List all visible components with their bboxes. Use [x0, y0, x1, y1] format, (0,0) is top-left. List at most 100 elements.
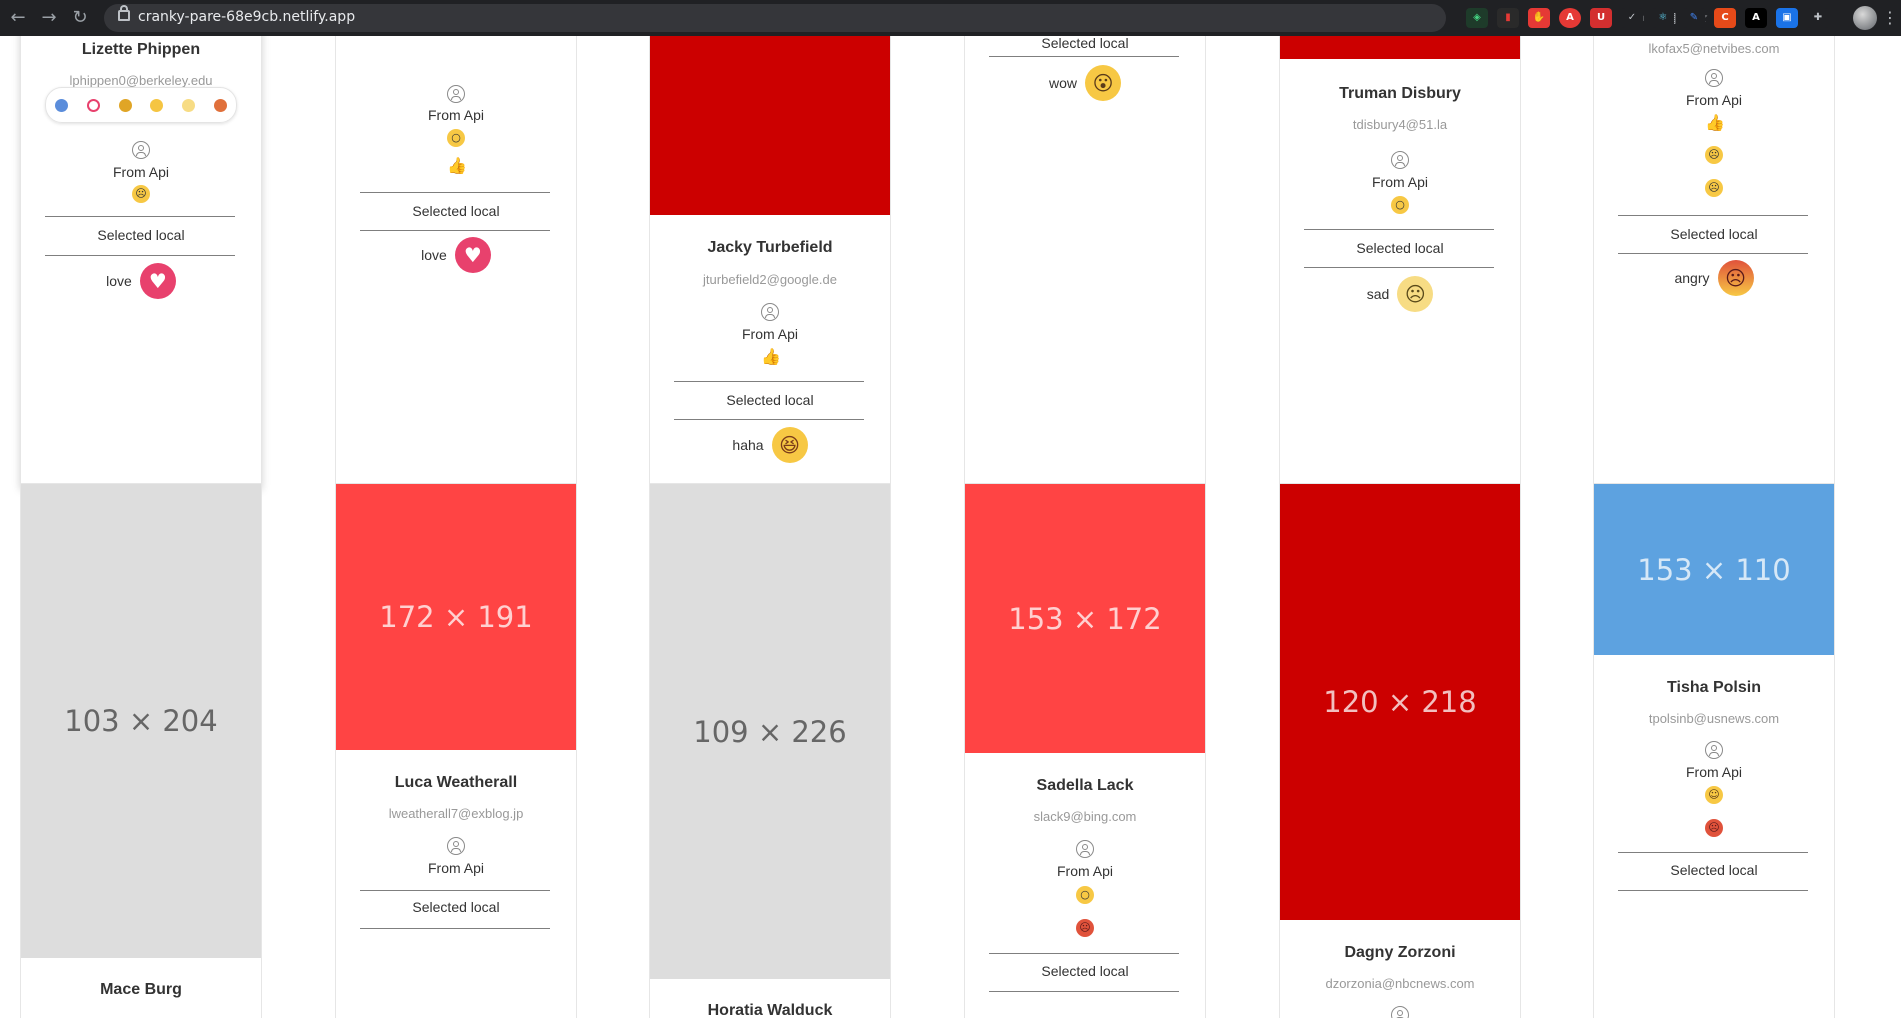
user-card: Selected local wow 😮 — [964, 36, 1206, 488]
selected-local-label: Selected local — [1670, 226, 1758, 242]
like-reaction-icon[interactable] — [55, 98, 69, 112]
user-name: Truman Disbury — [1339, 85, 1461, 102]
divider — [989, 56, 1179, 57]
lock-icon — [118, 5, 130, 21]
sad-reaction-icon: ☹ — [1397, 276, 1434, 312]
from-api-label: From Api — [1371, 174, 1428, 190]
angry-reaction-icon[interactable] — [213, 98, 227, 112]
extension-react-icon[interactable]: ⚛ — [1652, 8, 1674, 28]
user-card: 103 × 204 Mace Burg — [20, 483, 262, 1018]
user-name: Tisha Polsin — [1667, 679, 1761, 696]
love-reaction-icon[interactable] — [86, 98, 100, 112]
extension-screen-icon[interactable]: ▣ — [1776, 8, 1798, 28]
user-image-placeholder — [650, 36, 890, 215]
thumbs-up-icon: 👍 — [1705, 113, 1725, 132]
user-icon — [1705, 69, 1723, 87]
user-card: 120 × 218 Dagny Zorzoni dzorzonia@nbcnew… — [1279, 483, 1521, 1018]
user-name: Lizette Phippen — [81, 41, 201, 58]
from-api-label: From Api — [741, 326, 798, 342]
user-icon — [761, 303, 779, 321]
extensions-puzzle-icon[interactable]: ✚ — [1807, 8, 1829, 28]
reaction-label: angry — [1674, 270, 1710, 286]
extension-pen-icon[interactable]: ✎ — [1683, 8, 1705, 28]
forward-icon[interactable]: → — [37, 6, 61, 30]
selected-local-label: Selected local — [1041, 963, 1129, 979]
user-card: 172 × 191 Luca Weatherall lweatherall7@e… — [335, 483, 577, 1018]
user-card: 109 × 226 Horatia Walduck — [649, 483, 891, 1018]
extension-adblock-icon[interactable]: A — [1559, 8, 1581, 28]
haha-reaction-icon[interactable] — [118, 98, 132, 112]
divider — [360, 890, 550, 891]
sad-emoji-icon: ☹ — [132, 185, 150, 203]
user-card: Lizette Phippen lphippen0@berkeley.edu F… — [20, 36, 262, 488]
user-icon — [447, 85, 465, 103]
user-email: slack9@bing.com — [1033, 809, 1137, 824]
reaction-label: love — [106, 273, 132, 289]
wow-reaction-icon[interactable] — [150, 98, 164, 112]
user-icon — [1391, 1006, 1409, 1018]
extension-c-icon[interactable]: C — [1714, 8, 1736, 28]
divider — [989, 953, 1179, 954]
extensions-bar: ◈ ▮ ✋ A U ✓ ⚛ ✎ C A ▣ ✚ — [1466, 8, 1829, 28]
selected-reaction: wow 😮 — [965, 65, 1205, 101]
divider — [1618, 215, 1808, 216]
user-image-placeholder: 103 × 204 — [21, 484, 261, 958]
haha-emoji-icon: ☺ — [1705, 786, 1723, 804]
reload-icon[interactable]: ↻ — [68, 6, 92, 30]
angry-emoji-icon: ☹ — [1705, 819, 1723, 837]
user-name: Mace Burg — [100, 981, 182, 998]
menu-icon[interactable]: ⋮ — [1882, 8, 1898, 28]
user-email: lphippen0@berkeley.edu — [69, 73, 213, 88]
user-name: Dagny Zorzoni — [1344, 944, 1456, 961]
selected-local-label: Selected local — [412, 899, 500, 915]
user-image-placeholder: 153 × 172 — [965, 484, 1205, 753]
user-card: 153 × 172 Sadella Lack slack9@bing.com F… — [964, 483, 1206, 1018]
extension-chart-icon[interactable]: ▮ — [1497, 8, 1519, 28]
extension-shield-icon[interactable]: ◈ — [1466, 8, 1488, 28]
user-image-placeholder — [1280, 36, 1520, 59]
address-bar[interactable]: cranky-pare-68e9cb.netlify.app — [104, 4, 1446, 32]
divider — [1304, 229, 1494, 230]
user-email: jturbefield2@google.de — [703, 272, 837, 287]
user-image-placeholder: 153 × 110 — [1594, 484, 1834, 655]
user-name: Horatia Walduck — [707, 1002, 833, 1018]
divider — [45, 216, 235, 217]
user-icon — [1391, 151, 1409, 169]
user-email: tdisbury4@51.la — [1352, 117, 1448, 132]
user-name: Jacky Turbefield — [707, 239, 833, 256]
extension-hand-icon[interactable]: ✋ — [1528, 8, 1550, 28]
selected-local-label: Selected local — [1041, 36, 1129, 51]
user-email: dzorzonia@nbcnews.com — [1325, 976, 1475, 991]
divider — [1618, 253, 1808, 254]
selected-local-label: Selected local — [1356, 240, 1444, 256]
sad-emoji-icon: ☹ — [1705, 179, 1723, 197]
from-api-label: From Api — [427, 860, 484, 876]
selected-reaction: sad ☹ — [1280, 276, 1520, 312]
extension-a-icon[interactable]: A — [1745, 8, 1767, 28]
user-card: Jacky Turbefield jturbefield2@google.de … — [649, 36, 891, 488]
user-name: Luca Weatherall — [394, 774, 518, 791]
divider — [674, 419, 864, 420]
from-api-label: From Api — [112, 164, 169, 180]
reaction-label: wow — [1048, 75, 1077, 91]
user-icon — [132, 141, 150, 159]
from-api-label: From Api — [427, 107, 484, 123]
divider — [1304, 267, 1494, 268]
thumbs-up-icon: 👍 — [447, 156, 467, 175]
divider — [989, 991, 1179, 992]
divider — [1618, 890, 1808, 891]
sad-reaction-icon[interactable] — [181, 98, 195, 112]
back-icon[interactable]: ← — [6, 6, 30, 30]
cards-grid: Lizette Phippen lphippen0@berkeley.edu F… — [0, 36, 1901, 1018]
reaction-label: love — [421, 247, 447, 263]
user-icon — [1076, 840, 1094, 858]
user-icon — [447, 837, 465, 855]
reaction-label: sad — [1366, 286, 1390, 302]
extension-check-icon[interactable]: ✓ — [1621, 8, 1643, 28]
user-email: lweatherall7@exblog.jp — [388, 806, 524, 821]
user-image-placeholder: 109 × 226 — [650, 484, 890, 979]
profile-avatar[interactable] — [1853, 6, 1877, 30]
user-card: Truman Disbury tdisbury4@51.la From Api … — [1279, 36, 1521, 488]
extension-ublock-icon[interactable]: U — [1590, 8, 1612, 28]
divider — [45, 255, 235, 256]
